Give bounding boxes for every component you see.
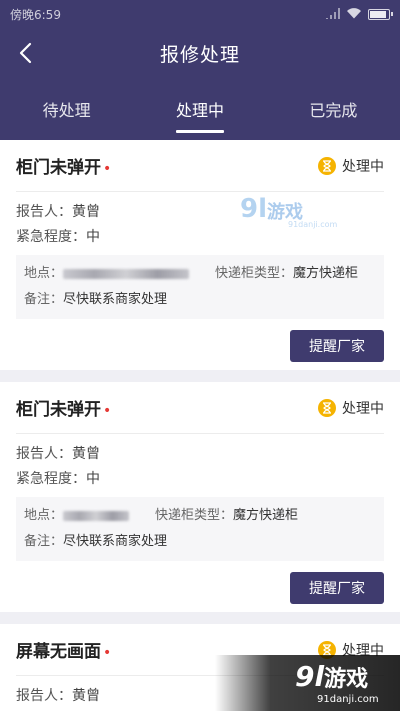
- reporter-value: 黄曾: [72, 204, 100, 220]
- wifi-icon: [346, 7, 362, 22]
- urgent-dot: •: [103, 403, 112, 419]
- card-title-wrap: 柜门未弹开 •: [16, 153, 111, 178]
- card-title-wrap: 柜门未弹开 •: [16, 395, 111, 420]
- hourglass-icon: [318, 156, 336, 175]
- locker-type-value: 魔方快递柜: [233, 508, 299, 523]
- urgency-row: 紧急程度：中: [16, 467, 384, 492]
- status-badge: 处理中: [318, 156, 384, 176]
- locker-type-value: 魔方快递柜: [293, 266, 359, 281]
- address-label: 地点：: [24, 508, 64, 523]
- battery-icon: [368, 8, 393, 20]
- status-badge: 处理中: [318, 398, 384, 418]
- card-title-wrap: 屏幕无画面 •: [16, 637, 111, 662]
- note-row: 备注： 尽快联系商家处理: [24, 287, 376, 313]
- reporter-label: 报告人：: [16, 446, 72, 462]
- remind-vendor-button[interactable]: 提醒厂家: [290, 572, 384, 604]
- address-row: 地点： 快递柜类型： 魔方快递柜: [24, 261, 376, 287]
- address-row: 地点： 快递柜类型： 魔方快递柜: [24, 503, 376, 529]
- watermark-mark: 9l: [295, 660, 325, 693]
- back-button[interactable]: [10, 38, 40, 68]
- note-value: 尽快联系商家处理: [63, 534, 168, 549]
- urgent-dot: •: [103, 645, 112, 661]
- urgent-dot: •: [103, 161, 112, 177]
- detail-box: 地点： 快递柜类型： 魔方快递柜 备注： 尽快联系商家处理: [16, 497, 384, 561]
- tab-pending[interactable]: 待处理: [0, 78, 133, 140]
- locker-type-label: 快递柜类型：: [215, 266, 294, 281]
- card-title: 屏幕无画面: [16, 642, 101, 662]
- tab-bar: 待处理 处理中 已完成: [0, 78, 400, 140]
- note-label: 备注：: [24, 292, 64, 307]
- status-bar: 傍晚6:59: [0, 0, 400, 28]
- watermark-site: 91danji.com: [317, 694, 379, 705]
- status-time: 傍晚6:59: [10, 7, 61, 22]
- note-label: 备注：: [24, 534, 64, 549]
- hourglass-icon: [318, 398, 336, 417]
- detail-box: 地点： 快递柜类型： 魔方快递柜 备注： 尽快联系商家处理: [16, 255, 384, 319]
- watermark-logo: 9l 游戏 91danji.com: [240, 194, 337, 229]
- note-value: 尽快联系商家处理: [63, 292, 168, 307]
- signal-icon: [324, 7, 340, 22]
- reporter-value: 黄曾: [72, 688, 100, 704]
- nav-bar: 报修处理: [0, 28, 400, 78]
- reporter-label: 报告人：: [16, 204, 72, 220]
- tab-completed[interactable]: 已完成: [267, 78, 400, 140]
- locker-type-label: 快递柜类型：: [155, 508, 234, 523]
- address-redacted: [63, 511, 130, 521]
- repair-card[interactable]: 柜门未弹开 • 处理中 报告人：黄曾 紧急程度：中 地点： 快递柜类型： 魔方快递…: [0, 140, 400, 370]
- status-text: 处理中: [342, 400, 384, 417]
- reporter-label: 报告人：: [16, 688, 72, 704]
- page-title: 报修处理: [159, 43, 240, 66]
- header: 傍晚6:59 报修处理 待处理 处理中 已完成: [0, 0, 400, 140]
- card-title: 柜门未弹开: [16, 158, 101, 178]
- status-text: 处理中: [342, 158, 384, 175]
- reporter-value: 黄曾: [72, 446, 100, 462]
- address-label: 地点：: [24, 266, 64, 281]
- status-icons: [324, 7, 393, 22]
- card-title: 柜门未弹开: [16, 400, 101, 420]
- chevron-left-icon: [19, 42, 32, 64]
- repair-card[interactable]: 柜门未弹开 • 处理中 报告人：黄曾 紧急程度：中 地点： 快递柜类型： 魔方快递…: [0, 382, 400, 612]
- urgency-value: 中: [86, 471, 100, 487]
- watermark-site: 91danji.com: [288, 220, 338, 229]
- reporter-row: 报告人：黄曾: [16, 442, 384, 467]
- urgency-value: 中: [86, 229, 100, 245]
- address-redacted: [63, 269, 190, 279]
- remind-vendor-button[interactable]: 提醒厂家: [290, 330, 384, 362]
- urgency-label: 紧急程度：: [16, 471, 86, 487]
- watermark-brand: 游戏: [324, 667, 369, 692]
- tab-processing[interactable]: 处理中: [133, 78, 266, 140]
- watermark-logo: 9l 游戏 91danji.com: [295, 660, 379, 705]
- note-row: 备注： 尽快联系商家处理: [24, 529, 376, 555]
- urgency-label: 紧急程度：: [16, 229, 86, 245]
- watermark-mark: 9l: [240, 194, 268, 224]
